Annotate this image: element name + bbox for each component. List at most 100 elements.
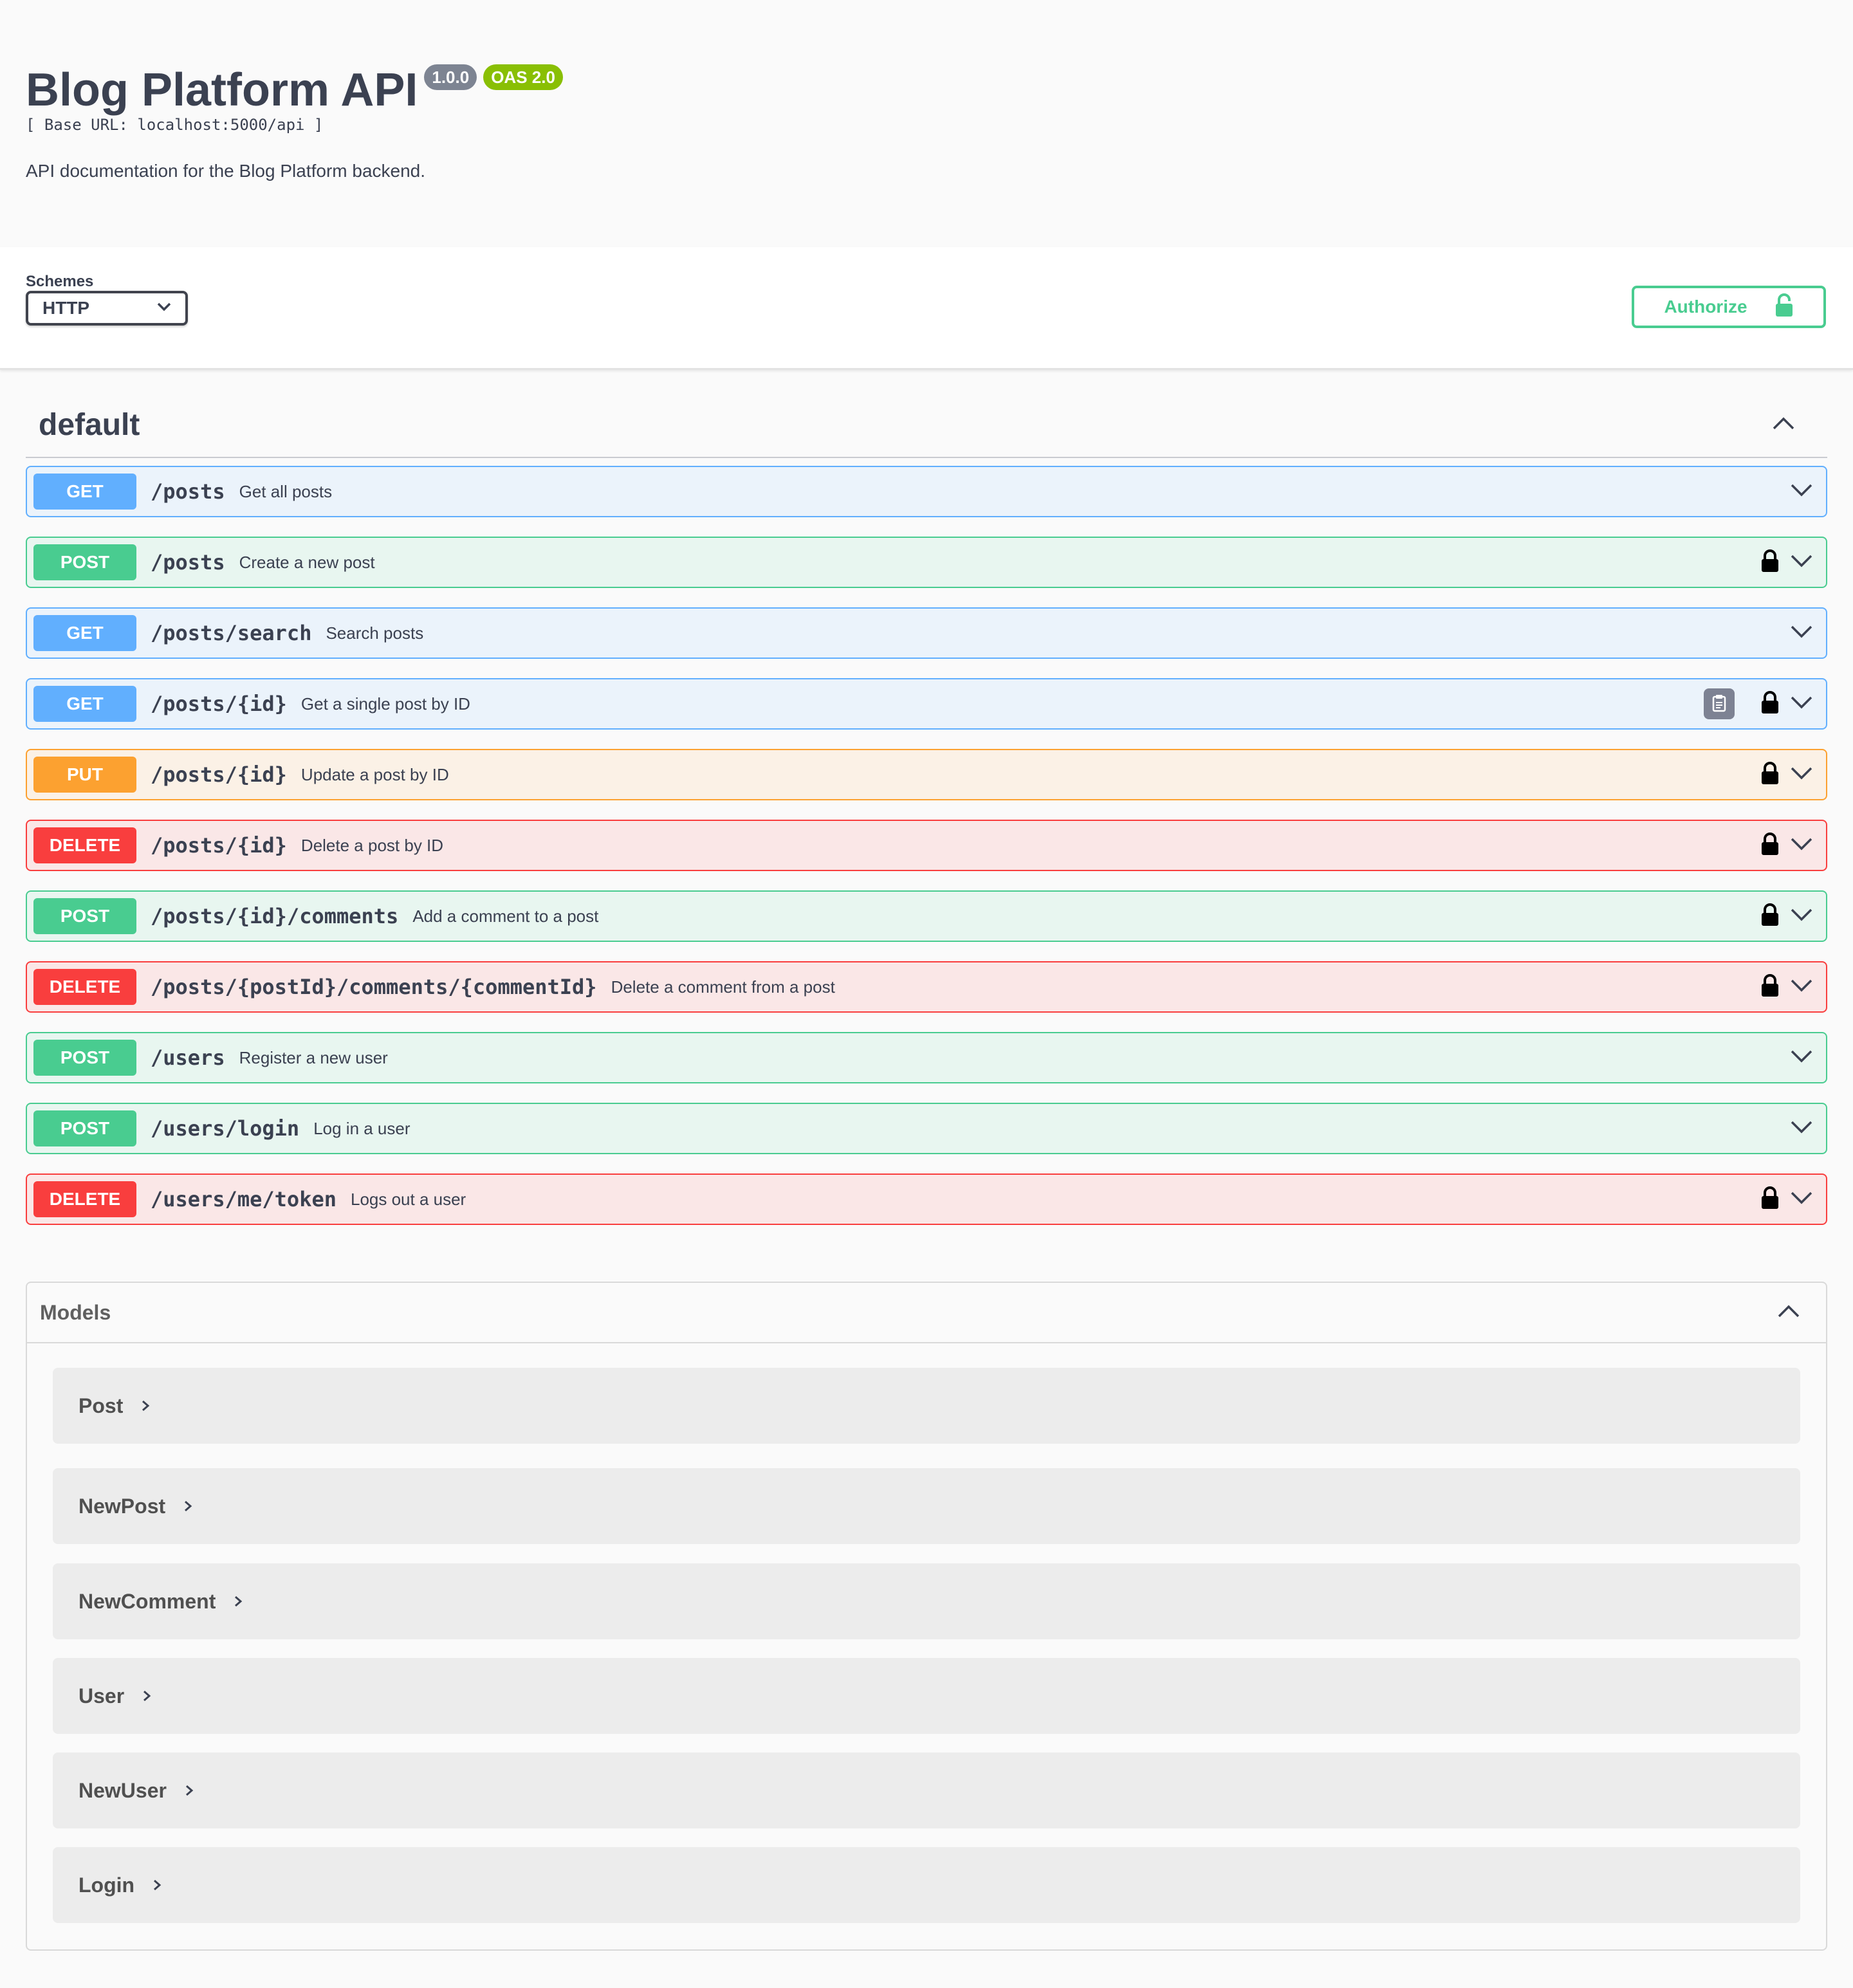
operation-path: /posts/{postId}/comments/{commentId} <box>151 975 597 999</box>
operation-row[interactable]: GET/posts/search Search posts <box>26 607 1827 659</box>
lock-icon[interactable] <box>1760 903 1780 930</box>
chevron-down-icon[interactable] <box>1790 625 1813 642</box>
operation-controls <box>1790 483 1813 501</box>
operation-path: /posts <box>151 479 225 504</box>
operation-summary: Register a new user <box>239 1047 388 1067</box>
lock-icon[interactable] <box>1760 973 1780 1001</box>
chevron-down-icon[interactable] <box>1790 483 1813 501</box>
model-name: NewUser <box>78 1778 167 1802</box>
chevron-down-icon[interactable] <box>1790 908 1813 925</box>
operation-path: /posts/search <box>151 621 312 645</box>
chevron-down-icon[interactable] <box>1790 695 1813 713</box>
chevron-down-icon <box>157 302 171 315</box>
operation-row[interactable]: GET/posts/{id} Get a single post by ID <box>26 678 1827 730</box>
model-item[interactable]: NewComment <box>53 1563 1800 1639</box>
operation-row[interactable]: DELETE/posts/{postId}/comments/{commentI… <box>26 961 1827 1013</box>
operation-summary: Get a single post by ID <box>300 694 470 713</box>
schemes-selected-value: HTTP <box>42 298 90 318</box>
chevron-right-icon[interactable] <box>141 1399 150 1412</box>
lock-icon[interactable] <box>1760 549 1780 576</box>
operation-path: /posts/{id} <box>151 833 287 858</box>
model-name: NewComment <box>78 1589 216 1613</box>
operation-row[interactable]: POST/users Register a new user <box>26 1032 1827 1083</box>
model-item[interactable]: Login <box>53 1847 1800 1923</box>
models-header[interactable]: Models <box>27 1283 1826 1343</box>
method-badge: PUT <box>33 757 136 793</box>
operation-summary: Update a post by ID <box>300 764 449 784</box>
method-badge: POST <box>33 1040 136 1076</box>
operation-summary: Search posts <box>326 623 424 643</box>
operation-summary: Delete a post by ID <box>300 835 444 855</box>
chevron-down-icon[interactable] <box>1790 979 1813 996</box>
operation-path: /posts/{id} <box>151 762 287 787</box>
chevron-right-icon[interactable] <box>152 1879 161 1891</box>
model-name: NewPost <box>78 1494 166 1518</box>
operation-summary: Create a new post <box>239 552 375 572</box>
operation-summary: Add a comment to a post <box>412 906 599 926</box>
chevron-down-icon[interactable] <box>1790 1191 1813 1208</box>
operation-path: /users/me/token <box>151 1187 336 1211</box>
schemes-label: Schemes <box>26 273 94 290</box>
model-item[interactable]: NewPost <box>53 1468 1800 1544</box>
lock-icon[interactable] <box>1760 832 1780 860</box>
chevron-down-icon[interactable] <box>1790 837 1813 854</box>
schemes-select[interactable]: HTTP <box>26 291 188 326</box>
lock-icon[interactable] <box>1760 1186 1780 1213</box>
model-name: User <box>78 1684 125 1707</box>
chevron-up-icon[interactable] <box>1772 416 1795 434</box>
model-item[interactable]: NewUser <box>53 1753 1800 1828</box>
operation-controls <box>1760 549 1813 576</box>
operation-controls <box>1760 903 1813 930</box>
operation-path: /posts/{id} <box>151 692 287 716</box>
operation-summary: Log in a user <box>313 1118 410 1138</box>
operation-row[interactable]: DELETE/posts/{id} Delete a post by ID <box>26 820 1827 871</box>
operation-controls <box>1760 761 1813 789</box>
model-item[interactable]: Post <box>53 1368 1800 1444</box>
method-badge: GET <box>33 615 136 651</box>
chevron-up-icon[interactable] <box>1777 1304 1800 1321</box>
operation-path: /users/login <box>151 1116 300 1141</box>
method-badge: POST <box>33 544 136 580</box>
operation-row[interactable]: DELETE/users/me/token Logs out a user <box>26 1173 1827 1225</box>
method-badge: GET <box>33 474 136 510</box>
model-item[interactable]: User <box>53 1658 1800 1734</box>
info-header: Blog Platform API 1.0.0 OAS 2.0 [ Base U… <box>0 0 1853 247</box>
operation-row[interactable]: POST/posts Create a new post <box>26 537 1827 588</box>
operation-row[interactable]: GET/posts Get all posts <box>26 466 1827 517</box>
operation-row[interactable]: PUT/posts/{id} Update a post by ID <box>26 749 1827 800</box>
operation-row[interactable]: POST/users/login Log in a user <box>26 1103 1827 1154</box>
operation-controls <box>1760 973 1813 1001</box>
method-badge: POST <box>33 1110 136 1146</box>
model-name: Login <box>78 1873 135 1897</box>
operation-controls <box>1760 832 1813 860</box>
lock-icon[interactable] <box>1760 690 1780 718</box>
authorize-button[interactable]: Authorize <box>1632 286 1826 328</box>
operation-summary: Get all posts <box>239 481 333 501</box>
models-section: Models Post NewPost NewComment User NewUser L… <box>26 1282 1827 1951</box>
chevron-down-icon[interactable] <box>1790 554 1813 571</box>
method-badge: DELETE <box>33 969 136 1005</box>
operation-controls <box>1790 1120 1813 1137</box>
page-title: Blog Platform API <box>26 64 418 116</box>
copy-to-clipboard-icon[interactable] <box>1704 688 1735 719</box>
operation-controls <box>1790 1049 1813 1067</box>
method-badge: DELETE <box>33 827 136 863</box>
operation-row[interactable]: POST/posts/{id}/comments Add a comment to… <box>26 890 1827 942</box>
chevron-right-icon[interactable] <box>142 1689 151 1702</box>
operation-path: /posts/{id}/comments <box>151 904 399 928</box>
operation-path: /users <box>151 1045 225 1070</box>
version-badge: 1.0.0 <box>424 64 477 90</box>
tag-header-default[interactable]: default <box>26 392 1827 458</box>
chevron-down-icon[interactable] <box>1790 1120 1813 1137</box>
chevron-down-icon[interactable] <box>1790 766 1813 784</box>
chevron-right-icon[interactable] <box>183 1500 192 1513</box>
chevron-right-icon[interactable] <box>234 1595 243 1608</box>
api-description: API documentation for the Blog Platform … <box>26 161 426 181</box>
chevron-down-icon[interactable] <box>1790 1049 1813 1067</box>
operation-summary: Delete a comment from a post <box>611 977 835 997</box>
operation-controls <box>1760 1186 1813 1213</box>
lock-icon[interactable] <box>1760 761 1780 789</box>
base-url: [ Base URL: localhost:5000/api ] <box>26 116 324 134</box>
oas-badge: OAS 2.0 <box>483 64 563 90</box>
chevron-right-icon[interactable] <box>185 1784 194 1797</box>
